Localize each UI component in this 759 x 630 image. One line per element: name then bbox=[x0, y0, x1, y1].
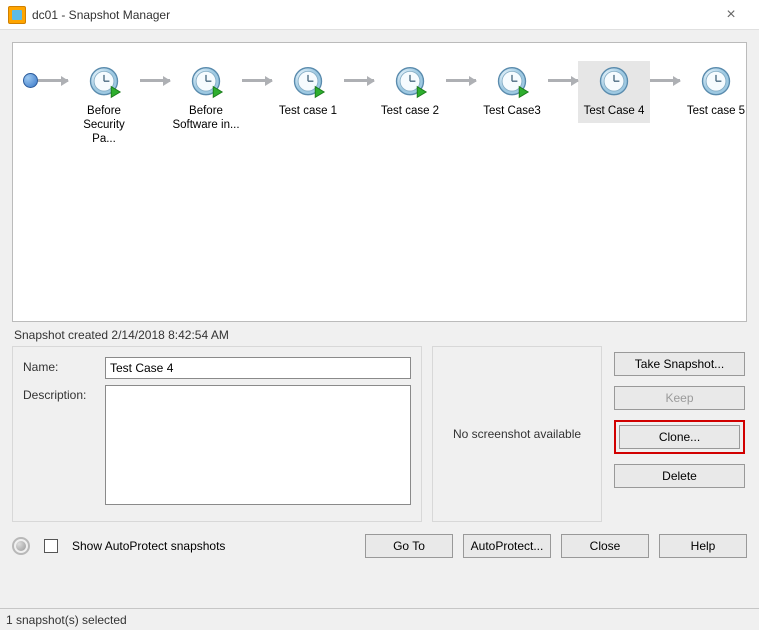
name-label: Name: bbox=[23, 357, 105, 374]
timeline-start-dot bbox=[23, 73, 38, 88]
snapshot-tree-panel[interactable]: Before Security Pa... Before Software in.… bbox=[12, 42, 747, 322]
status-text: 1 snapshot(s) selected bbox=[6, 613, 127, 627]
arrow-icon bbox=[650, 61, 680, 100]
snapshot-label: Before Software in... bbox=[172, 105, 240, 133]
details-form: Name: Description: bbox=[12, 346, 422, 522]
details-row: Name: Description: No screenshot availab… bbox=[12, 346, 747, 522]
screenshot-panel: No screenshot available bbox=[432, 346, 602, 522]
help-button[interactable]: Help bbox=[659, 534, 747, 558]
keep-button: Keep bbox=[614, 386, 745, 410]
clock-icon bbox=[596, 65, 632, 101]
snapshot-label: Test Case 4 bbox=[584, 105, 645, 119]
clock-icon bbox=[494, 65, 530, 101]
snapshot-node[interactable]: Before Software in... bbox=[170, 61, 242, 137]
snapshot-node[interactable]: Test Case3 bbox=[476, 61, 548, 123]
dialog-content: Before Security Pa... Before Software in.… bbox=[0, 30, 759, 600]
snapshot-label: Before Security Pa... bbox=[70, 105, 138, 146]
delete-button[interactable]: Delete bbox=[614, 464, 745, 488]
status-bar: 1 snapshot(s) selected bbox=[0, 608, 759, 630]
snapshot-node[interactable]: Test case 1 bbox=[272, 61, 344, 123]
autoprotect-icon bbox=[12, 537, 30, 555]
arrow-icon bbox=[446, 61, 476, 100]
arrow-icon bbox=[548, 61, 578, 100]
no-screenshot-text: No screenshot available bbox=[453, 427, 581, 441]
take-snapshot-button[interactable]: Take Snapshot... bbox=[614, 352, 745, 376]
arrow-icon bbox=[38, 61, 68, 100]
snapshot-created-label: Snapshot created 2/14/2018 8:42:54 AM bbox=[12, 322, 747, 344]
clock-icon bbox=[392, 65, 428, 101]
autoprotect-checkbox-label[interactable]: Show AutoProtect snapshots bbox=[72, 539, 225, 553]
snapshot-label: Test case 2 bbox=[381, 105, 439, 119]
arrow-icon bbox=[344, 61, 374, 100]
action-buttons: Take Snapshot... Keep Clone... Delete bbox=[612, 346, 747, 522]
description-textarea[interactable] bbox=[105, 385, 411, 505]
snapshot-label: Test Case3 bbox=[483, 105, 541, 119]
autoprotect-checkbox[interactable] bbox=[44, 539, 58, 553]
window-title: dc01 - Snapshot Manager bbox=[32, 8, 170, 22]
clock-icon bbox=[698, 65, 734, 101]
clock-icon bbox=[290, 65, 326, 101]
snapshot-timeline: Before Security Pa... Before Software in.… bbox=[13, 43, 746, 154]
close-icon[interactable]: × bbox=[711, 6, 751, 24]
arrow-icon bbox=[242, 61, 272, 100]
snapshot-node[interactable]: Test case 5 bbox=[680, 61, 747, 123]
clock-icon bbox=[188, 65, 224, 101]
clone-button[interactable]: Clone... bbox=[619, 425, 740, 449]
bottom-row: Show AutoProtect snapshots Go To AutoPro… bbox=[12, 534, 747, 558]
clone-highlight: Clone... bbox=[614, 420, 745, 454]
snapshot-label: Test case 1 bbox=[279, 105, 337, 119]
arrow-icon bbox=[140, 61, 170, 100]
autoprotect-button[interactable]: AutoProtect... bbox=[463, 534, 551, 558]
name-input[interactable] bbox=[105, 357, 411, 379]
snapshot-node[interactable]: Before Security Pa... bbox=[68, 61, 140, 150]
titlebar: dc01 - Snapshot Manager × bbox=[0, 0, 759, 30]
go-to-button[interactable]: Go To bbox=[365, 534, 453, 558]
description-label: Description: bbox=[23, 385, 105, 402]
snapshot-label: Test case 5 bbox=[687, 105, 745, 119]
app-icon bbox=[8, 6, 26, 24]
close-button[interactable]: Close bbox=[561, 534, 649, 558]
snapshot-node[interactable]: Test case 2 bbox=[374, 61, 446, 123]
clock-icon bbox=[86, 65, 122, 101]
snapshot-node[interactable]: Test Case 4 bbox=[578, 61, 650, 123]
